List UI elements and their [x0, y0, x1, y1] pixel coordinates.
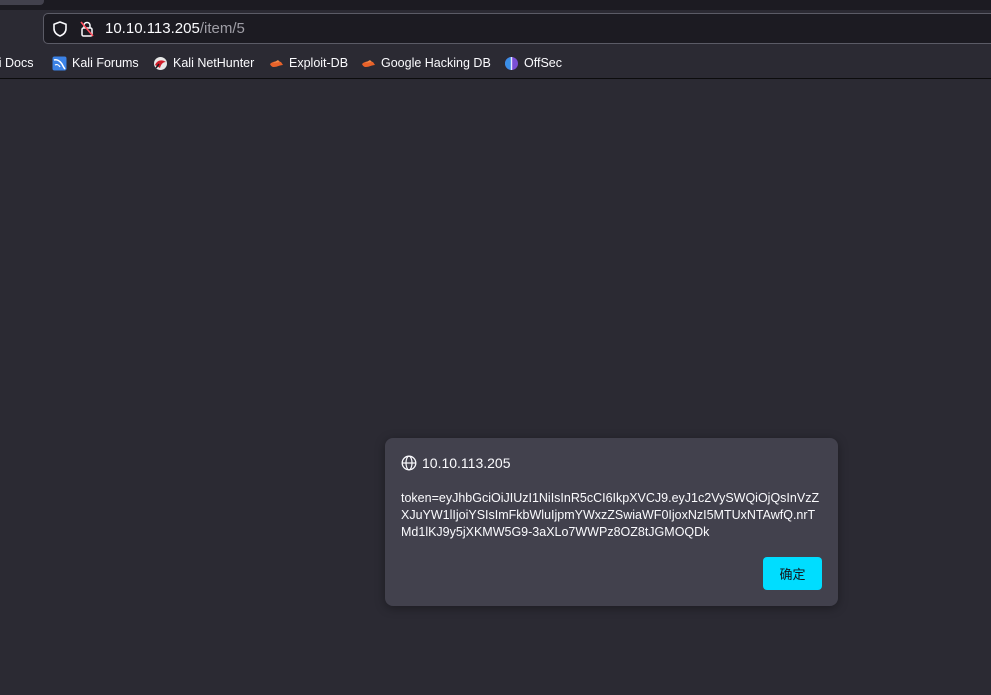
dialog-message: token=eyJhbGciOiJIUzI1NiIsInR5cCI6IkpXVC… [401, 491, 820, 539]
google-hacking-db-icon [362, 59, 375, 67]
navigation-toolbar: 10.10.113.205/item/5 [0, 10, 991, 48]
ok-button[interactable]: 确定 [763, 557, 822, 590]
url-host: 10.10.113.205 [105, 20, 200, 37]
insecure-lock-icon[interactable] [78, 20, 96, 38]
exploit-db-icon [270, 59, 283, 67]
url-bar[interactable]: 10.10.113.205/item/5 [43, 13, 991, 44]
bookmark-label: Kali Forums [72, 56, 139, 70]
offsec-icon [505, 56, 518, 70]
globe-icon [401, 455, 417, 471]
bookmark-kali-docs[interactable]: li Docs [0, 55, 34, 71]
kali-nethunter-icon [154, 56, 167, 70]
dialog-header: 10.10.113.205 [401, 454, 511, 472]
bookmark-label: li Docs [0, 56, 34, 70]
bookmark-label: Kali NetHunter [173, 56, 255, 70]
url-path: /item/5 [199, 20, 245, 37]
bookmark-kali-forums[interactable]: Kali Forums [52, 55, 139, 71]
bookmark-label: Google Hacking DB [381, 56, 491, 70]
bookmark-offsec[interactable]: OffSec [504, 55, 562, 71]
url-text[interactable]: 10.10.113.205/item/5 [105, 20, 245, 38]
shield-icon[interactable] [51, 20, 69, 38]
bookmarks-toolbar: li Docs Kali Forums Kali NetHunter Explo… [0, 48, 991, 79]
bookmark-exploit-db[interactable]: Exploit-DB [269, 55, 348, 71]
bookmark-kali-nethunter[interactable]: Kali NetHunter [153, 55, 254, 71]
bookmark-label: Exploit-DB [289, 56, 349, 70]
active-tab-edge[interactable] [0, 0, 44, 5]
bookmark-label: OffSec [524, 56, 562, 70]
alert-dialog: 10.10.113.205 token=eyJhbGciOiJIUzI1NiIs… [385, 438, 838, 606]
dialog-origin: 10.10.113.205 [422, 455, 511, 471]
bookmark-google-hacking-db[interactable]: Google Hacking DB [361, 55, 491, 71]
kali-forums-icon [52, 56, 67, 70]
tab-strip [0, 0, 991, 10]
